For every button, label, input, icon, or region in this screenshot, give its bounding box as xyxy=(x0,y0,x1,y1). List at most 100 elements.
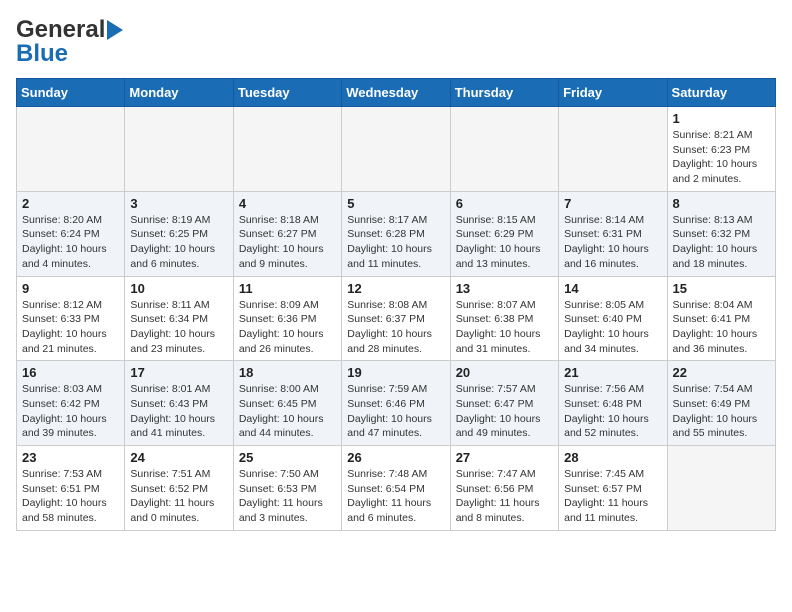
day-info: Sunrise: 8:13 AM Sunset: 6:32 PM Dayligh… xyxy=(673,213,770,272)
calendar-day-cell: 1 Sunrise: 8:21 AM Sunset: 6:23 PM Daylig… xyxy=(667,107,775,192)
day-info: Sunrise: 7:48 AM Sunset: 6:54 PM Dayligh… xyxy=(347,467,444,526)
day-info: Sunrise: 7:51 AM Sunset: 6:52 PM Dayligh… xyxy=(130,467,227,526)
day-number: 15 xyxy=(673,281,770,296)
day-number: 17 xyxy=(130,365,227,380)
day-number: 24 xyxy=(130,450,227,465)
day-number: 22 xyxy=(673,365,770,380)
calendar-day-cell: 15 Sunrise: 8:04 AM Sunset: 6:41 PM Dayli… xyxy=(667,276,775,361)
calendar-day-cell: 27 Sunrise: 7:47 AM Sunset: 6:56 PM Dayli… xyxy=(450,446,558,531)
calendar-day-cell: 26 Sunrise: 7:48 AM Sunset: 6:54 PM Dayli… xyxy=(342,446,450,531)
day-info: Sunrise: 8:07 AM Sunset: 6:38 PM Dayligh… xyxy=(456,298,553,357)
day-number: 8 xyxy=(673,196,770,211)
calendar-day-cell: 18 Sunrise: 8:00 AM Sunset: 6:45 PM Dayli… xyxy=(233,361,341,446)
logo: General Blue xyxy=(16,16,123,68)
calendar-week-row: 9 Sunrise: 8:12 AM Sunset: 6:33 PM Daylig… xyxy=(17,276,776,361)
day-number: 28 xyxy=(564,450,661,465)
day-info: Sunrise: 7:57 AM Sunset: 6:47 PM Dayligh… xyxy=(456,382,553,441)
day-number: 3 xyxy=(130,196,227,211)
day-info: Sunrise: 8:21 AM Sunset: 6:23 PM Dayligh… xyxy=(673,128,770,187)
day-info: Sunrise: 8:04 AM Sunset: 6:41 PM Dayligh… xyxy=(673,298,770,357)
day-info: Sunrise: 8:19 AM Sunset: 6:25 PM Dayligh… xyxy=(130,213,227,272)
calendar-day-cell: 14 Sunrise: 8:05 AM Sunset: 6:40 PM Dayli… xyxy=(559,276,667,361)
calendar-day-cell: 10 Sunrise: 8:11 AM Sunset: 6:34 PM Dayli… xyxy=(125,276,233,361)
day-number: 9 xyxy=(22,281,119,296)
day-number: 7 xyxy=(564,196,661,211)
calendar-day-cell xyxy=(450,107,558,192)
day-info: Sunrise: 7:47 AM Sunset: 6:56 PM Dayligh… xyxy=(456,467,553,526)
calendar-day-cell: 28 Sunrise: 7:45 AM Sunset: 6:57 PM Dayli… xyxy=(559,446,667,531)
day-number: 12 xyxy=(347,281,444,296)
calendar-table: SundayMondayTuesdayWednesdayThursdayFrid… xyxy=(16,78,776,531)
day-info: Sunrise: 7:54 AM Sunset: 6:49 PM Dayligh… xyxy=(673,382,770,441)
weekday-header: Friday xyxy=(559,79,667,107)
day-number: 14 xyxy=(564,281,661,296)
calendar-day-cell xyxy=(342,107,450,192)
day-info: Sunrise: 8:00 AM Sunset: 6:45 PM Dayligh… xyxy=(239,382,336,441)
day-number: 11 xyxy=(239,281,336,296)
calendar-day-cell: 9 Sunrise: 8:12 AM Sunset: 6:33 PM Daylig… xyxy=(17,276,125,361)
day-info: Sunrise: 8:12 AM Sunset: 6:33 PM Dayligh… xyxy=(22,298,119,357)
day-number: 16 xyxy=(22,365,119,380)
day-number: 21 xyxy=(564,365,661,380)
day-number: 27 xyxy=(456,450,553,465)
day-number: 1 xyxy=(673,111,770,126)
day-info: Sunrise: 8:08 AM Sunset: 6:37 PM Dayligh… xyxy=(347,298,444,357)
day-number: 19 xyxy=(347,365,444,380)
calendar-day-cell: 7 Sunrise: 8:14 AM Sunset: 6:31 PM Daylig… xyxy=(559,191,667,276)
day-info: Sunrise: 7:56 AM Sunset: 6:48 PM Dayligh… xyxy=(564,382,661,441)
calendar-day-cell: 11 Sunrise: 8:09 AM Sunset: 6:36 PM Dayli… xyxy=(233,276,341,361)
weekday-header: Saturday xyxy=(667,79,775,107)
logo-blue: Blue xyxy=(16,40,68,68)
calendar-day-cell xyxy=(125,107,233,192)
weekday-header: Monday xyxy=(125,79,233,107)
calendar-day-cell: 17 Sunrise: 8:01 AM Sunset: 6:43 PM Dayli… xyxy=(125,361,233,446)
day-number: 4 xyxy=(239,196,336,211)
day-info: Sunrise: 8:01 AM Sunset: 6:43 PM Dayligh… xyxy=(130,382,227,441)
day-info: Sunrise: 8:17 AM Sunset: 6:28 PM Dayligh… xyxy=(347,213,444,272)
calendar-week-row: 16 Sunrise: 8:03 AM Sunset: 6:42 PM Dayli… xyxy=(17,361,776,446)
day-number: 18 xyxy=(239,365,336,380)
calendar-day-cell: 5 Sunrise: 8:17 AM Sunset: 6:28 PM Daylig… xyxy=(342,191,450,276)
weekday-header: Wednesday xyxy=(342,79,450,107)
calendar-header-row: SundayMondayTuesdayWednesdayThursdayFrid… xyxy=(17,79,776,107)
calendar-day-cell: 8 Sunrise: 8:13 AM Sunset: 6:32 PM Daylig… xyxy=(667,191,775,276)
day-info: Sunrise: 8:05 AM Sunset: 6:40 PM Dayligh… xyxy=(564,298,661,357)
day-info: Sunrise: 8:14 AM Sunset: 6:31 PM Dayligh… xyxy=(564,213,661,272)
calendar-day-cell: 25 Sunrise: 7:50 AM Sunset: 6:53 PM Dayli… xyxy=(233,446,341,531)
calendar-day-cell: 3 Sunrise: 8:19 AM Sunset: 6:25 PM Daylig… xyxy=(125,191,233,276)
day-info: Sunrise: 8:09 AM Sunset: 6:36 PM Dayligh… xyxy=(239,298,336,357)
weekday-header: Thursday xyxy=(450,79,558,107)
day-number: 6 xyxy=(456,196,553,211)
day-number: 25 xyxy=(239,450,336,465)
day-info: Sunrise: 7:50 AM Sunset: 6:53 PM Dayligh… xyxy=(239,467,336,526)
calendar-day-cell: 21 Sunrise: 7:56 AM Sunset: 6:48 PM Dayli… xyxy=(559,361,667,446)
day-number: 10 xyxy=(130,281,227,296)
day-number: 23 xyxy=(22,450,119,465)
day-info: Sunrise: 7:45 AM Sunset: 6:57 PM Dayligh… xyxy=(564,467,661,526)
logo-arrow-icon xyxy=(107,20,123,40)
day-info: Sunrise: 7:59 AM Sunset: 6:46 PM Dayligh… xyxy=(347,382,444,441)
day-number: 2 xyxy=(22,196,119,211)
day-number: 13 xyxy=(456,281,553,296)
calendar-day-cell xyxy=(559,107,667,192)
calendar-day-cell xyxy=(17,107,125,192)
calendar-day-cell: 13 Sunrise: 8:07 AM Sunset: 6:38 PM Dayli… xyxy=(450,276,558,361)
weekday-header: Tuesday xyxy=(233,79,341,107)
calendar-day-cell: 19 Sunrise: 7:59 AM Sunset: 6:46 PM Dayli… xyxy=(342,361,450,446)
calendar-day-cell: 4Sunrise: 8:18 AM Sunset: 6:27 PM Daylig… xyxy=(233,191,341,276)
day-number: 26 xyxy=(347,450,444,465)
day-info: Sunrise: 8:03 AM Sunset: 6:42 PM Dayligh… xyxy=(22,382,119,441)
day-info: Sunrise: 8:20 AM Sunset: 6:24 PM Dayligh… xyxy=(22,213,119,272)
calendar-day-cell xyxy=(667,446,775,531)
day-number: 5 xyxy=(347,196,444,211)
calendar-day-cell: 12 Sunrise: 8:08 AM Sunset: 6:37 PM Dayli… xyxy=(342,276,450,361)
calendar-day-cell: 16 Sunrise: 8:03 AM Sunset: 6:42 PM Dayli… xyxy=(17,361,125,446)
calendar-week-row: 1 Sunrise: 8:21 AM Sunset: 6:23 PM Daylig… xyxy=(17,107,776,192)
calendar-day-cell: 20Sunrise: 7:57 AM Sunset: 6:47 PM Dayli… xyxy=(450,361,558,446)
day-info: Sunrise: 8:11 AM Sunset: 6:34 PM Dayligh… xyxy=(130,298,227,357)
calendar-day-cell: 2 Sunrise: 8:20 AM Sunset: 6:24 PM Daylig… xyxy=(17,191,125,276)
calendar-day-cell: 24 Sunrise: 7:51 AM Sunset: 6:52 PM Dayli… xyxy=(125,446,233,531)
page-header: General Blue xyxy=(16,16,776,68)
day-info: Sunrise: 8:15 AM Sunset: 6:29 PM Dayligh… xyxy=(456,213,553,272)
day-info: Sunrise: 7:53 AM Sunset: 6:51 PM Dayligh… xyxy=(22,467,119,526)
